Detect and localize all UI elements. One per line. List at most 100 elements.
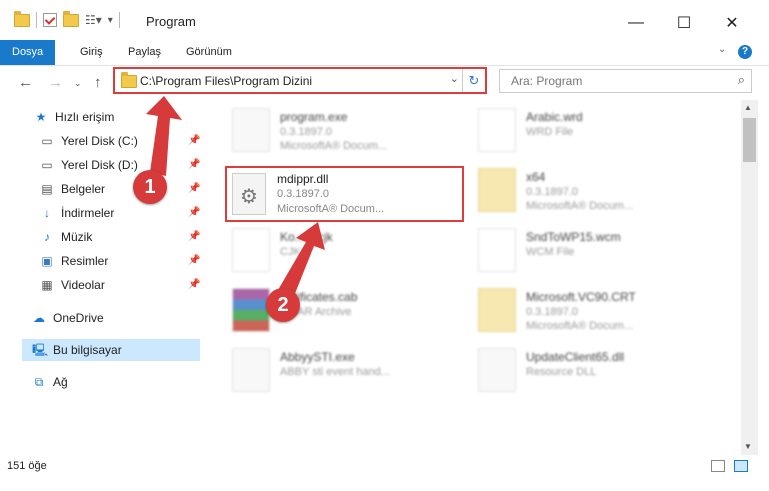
tab-giris[interactable]: Giriş [80,40,103,65]
sidebar-item-label: Videolar [61,278,105,292]
pin-icon[interactable]: 📌 [188,135,200,146]
file-item[interactable]: Ko...m.cjk CJK... [228,224,458,276]
search-icon[interactable]: ⌕ [738,72,745,88]
sidebar-item-label: Müzik [61,230,93,244]
documents-icon: ▤ [41,182,53,196]
file-list: program.exe 0.3.1897.0 MicrosoftA® Docum… [210,100,740,455]
file-version: 0.3.1897.0 [526,306,578,318]
pictures-icon: ▣ [41,254,53,268]
pin-icon[interactable]: 📌 [188,279,200,290]
pin-icon[interactable]: 📌 [188,255,200,266]
file-item[interactable]: SndToWP15.wcm WCM File [474,224,704,276]
highlighted-file-item[interactable]: ⚙ mdippr.dll 0.3.1897.0 MicrosoftA® Docu… [225,166,464,222]
pin-icon[interactable]: 📌 [188,231,200,242]
dll-file-icon [478,348,516,392]
address-path[interactable]: C:\Program Files\Program Dizini [140,74,312,88]
sidebar-item-downloads[interactable]: ↓ İndirmeler [40,202,200,224]
new-folder-icon[interactable] [63,10,79,27]
back-button[interactable]: ← [18,74,33,91]
gear-icon: ⚙ [240,186,258,208]
address-bar[interactable]: C:\Program Files\Program Dizini ⌄ ↻ [113,67,487,94]
star-icon: ★ [35,110,47,124]
close-button[interactable]: ✕ [710,8,754,38]
folder-icon [121,72,137,88]
file-version: 0.3.1897.0 [526,186,578,198]
minimize-button[interactable]: — [614,8,658,38]
file-name: SndToWP15.wcm [526,230,621,244]
computer-icon: 🖳 [32,343,49,357]
download-icon: ↓ [44,206,50,220]
folder-icon [478,288,516,332]
pin-icon[interactable]: 📌 [188,183,200,194]
tab-paylas[interactable]: Paylaş [128,40,161,65]
file-item[interactable]: x64 0.3.1897.0 MicrosoftA® Docum... [474,164,704,216]
videos-icon: ▦ [41,278,53,292]
sidebar-item-quick-access[interactable]: ★ Hızlı erişim [34,106,115,128]
maximize-button[interactable]: ☐ [662,8,706,38]
file-description: ABBY sti event hand... [280,366,390,378]
file-name: AbbyySTI.exe [280,350,355,364]
file-type: Resource DLL [526,366,597,378]
forward-button[interactable]: → [48,74,63,91]
file-name: Ko...m.cjk [280,230,333,244]
refresh-icon[interactable]: ↻ [462,69,485,92]
file-item[interactable]: UpdateClient65.dll Resource DLL [474,344,704,396]
details-view-icon[interactable] [711,460,725,472]
customize-toolbar-icon[interactable]: ▾ [108,15,113,26]
separator [118,12,120,28]
file-item[interactable]: Microsoft.VC90.CRT 0.3.1897.0 MicrosoftA… [474,284,704,336]
document-file-icon [478,228,516,272]
sidebar-item-music[interactable]: ♪ Müzik [40,226,200,248]
step-2-badge: 2 [266,288,300,322]
sidebar-item-this-pc[interactable]: 🖳 Bu bilgisayar [22,339,200,361]
recent-locations-icon[interactable]: ⌄ [74,78,82,89]
tab-dosya[interactable]: Dosya [0,40,56,65]
search-input[interactable]: Ara: Program ⌕ [499,69,752,93]
vertical-scrollbar[interactable]: ▲ ▼ [741,100,758,455]
sidebar-item-label: OneDrive [53,311,104,325]
folder-icon [478,168,516,212]
file-item[interactable]: AbbyySTI.exe ABBY sti event hand... [228,344,458,396]
title-bar: ☷▾ ▾ Program — ☐ ✕ [0,0,769,40]
sidebar-item-disk-d[interactable]: ▭ Yerel Disk (D:) [40,154,200,176]
help-icon[interactable]: ? [738,45,752,59]
file-item[interactable]: Arabic.wrd WRD File [474,104,704,156]
file-type: CJK... [280,246,310,258]
sidebar-item-label: Bu bilgisayar [53,343,122,357]
exe-file-icon [232,348,270,392]
pin-icon[interactable]: 📌 [188,159,200,170]
sidebar-item-label: Belgeler [61,182,106,196]
folder-icon[interactable] [14,10,30,27]
sidebar-item-documents[interactable]: ▤ Belgeler [40,178,200,200]
tiles-view-icon[interactable] [734,460,748,472]
file-name: Microsoft.VC90.CRT [526,290,636,304]
scroll-up-icon[interactable]: ▲ [744,103,752,112]
file-item[interactable]: ...rtificates.cab ...RAR Archive [228,284,458,336]
sidebar-item-label: İndirmeler [61,206,115,220]
document-file-icon [478,108,516,152]
pin-icon[interactable]: 📌 [188,207,200,218]
chevron-down-icon[interactable]: ⌄ [450,72,459,85]
file-item[interactable]: program.exe 0.3.1897.0 MicrosoftA® Docum… [228,104,458,156]
scroll-down-icon[interactable]: ▼ [744,442,752,451]
window-title: Program [146,14,196,29]
drive-icon: ▭ [41,158,53,172]
view-options-icon[interactable]: ☷▾ [85,13,102,27]
drive-icon: ▭ [41,134,53,148]
file-name: mdippr.dll [277,172,329,186]
sidebar-item-videos[interactable]: ▦ Videolar [40,274,200,296]
file-version: 0.3.1897.0 [277,188,329,200]
scrollbar-thumb[interactable] [743,118,756,162]
sidebar-item-network[interactable]: ⧉ Ağ [32,371,68,393]
network-icon: ⧉ [34,375,44,389]
tab-gorunum[interactable]: Görünüm [186,40,232,65]
file-name: x64 [526,170,546,184]
music-icon: ♪ [44,230,50,244]
expand-ribbon-icon[interactable]: ⌄ [718,44,726,55]
sidebar-item-pictures[interactable]: ▣ Resimler [40,250,200,272]
properties-icon[interactable] [43,13,57,27]
sidebar-item-onedrive[interactable]: ☁ OneDrive [32,307,104,329]
sidebar-item-disk-c[interactable]: ▭ Yerel Disk (C:) [40,130,200,152]
sidebar-item-label: Ağ [53,375,68,389]
up-button[interactable]: ↑ [94,74,102,91]
